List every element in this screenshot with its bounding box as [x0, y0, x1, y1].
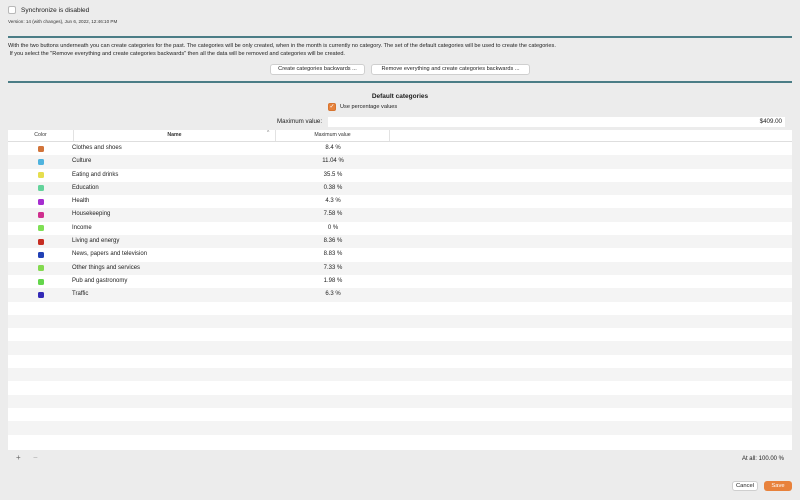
table-row[interactable]: Traffic 6.3 % — [8, 288, 792, 302]
max-value-column-header[interactable]: Maximum value — [276, 130, 390, 141]
category-name: Health — [72, 198, 90, 205]
max-value-input[interactable]: $409.00 — [328, 117, 785, 127]
category-max-value: 7.33 % — [323, 264, 343, 271]
empty-row — [8, 408, 792, 421]
color-swatch[interactable] — [38, 238, 44, 245]
table-row[interactable]: Living and energy 8.36 % — [8, 235, 792, 249]
empty-row — [8, 355, 792, 368]
category-max-value: 35.5 % — [323, 171, 343, 178]
use-percentage-checkbox[interactable]: ✓ — [328, 103, 336, 111]
table-row[interactable]: Clothes and shoes 8.4 % — [8, 142, 792, 155]
use-percentage-label: Use percentage values — [340, 104, 398, 110]
cancel-button[interactable]: Cancel — [732, 481, 758, 491]
color-swatch[interactable] — [38, 172, 44, 179]
remove-and-create-button[interactable]: Remove everything and create categories … — [371, 64, 530, 75]
sync-label: Synchronize is disabled — [21, 6, 90, 14]
empty-row — [8, 302, 792, 315]
empty-row — [8, 421, 792, 435]
categories-table: Color Name ^ Maximum value Clothes and s… — [8, 130, 792, 450]
use-percentage-toggle[interactable]: ✓ Use percentage values — [328, 103, 397, 111]
category-name: Income — [72, 224, 92, 231]
total-text: At all: 100.00 % — [741, 456, 784, 462]
create-backwards-button[interactable]: Create categories backwards ... — [270, 64, 365, 75]
remove-category-button[interactable]: − — [33, 453, 38, 462]
color-swatch[interactable] — [38, 251, 44, 258]
empty-row — [8, 435, 792, 448]
table-body: Clothes and shoes 8.4 % Culture 11.04 % Eati… — [8, 142, 792, 448]
category-max-value: 4.3 % — [325, 198, 341, 205]
category-max-value: 8.83 % — [323, 251, 343, 258]
color-swatch[interactable] — [38, 185, 44, 192]
category-max-value: 11.04 % — [322, 158, 344, 165]
table-row[interactable]: Eating and drinks 35.5 % — [8, 169, 792, 182]
version-text: Version: 14 (with changes), Jun 6, 2022,… — [8, 19, 118, 24]
color-swatch[interactable] — [38, 145, 44, 152]
category-name: Culture — [72, 158, 92, 165]
category-name: Living and energy — [72, 238, 120, 245]
name-column-header[interactable]: Name — [74, 130, 276, 141]
table-header: Color Name ^ Maximum value — [8, 130, 792, 142]
color-swatch[interactable] — [38, 212, 44, 219]
add-category-button[interactable]: + — [16, 453, 21, 462]
section-title: Default categories — [371, 93, 429, 100]
table-row[interactable]: Health 4.3 % — [8, 195, 792, 208]
sync-toggle[interactable]: Synchronize is disabled — [8, 6, 89, 14]
color-swatch[interactable] — [38, 158, 44, 165]
max-value-label: Maximum value: — [277, 118, 323, 125]
table-row[interactable]: Housekeeping 7.58 % — [8, 208, 792, 222]
category-max-value: 7.58 % — [323, 211, 343, 218]
color-swatch[interactable] — [38, 225, 44, 232]
empty-row — [8, 341, 792, 355]
divider-middle — [8, 81, 792, 83]
category-name: Education — [72, 184, 99, 191]
color-swatch[interactable] — [38, 278, 44, 285]
color-column-header[interactable]: Color — [8, 130, 74, 141]
category-max-value: 0.38 % — [323, 184, 343, 191]
info-text: With the two buttons underneath you can … — [8, 43, 556, 57]
empty-row — [8, 314, 792, 329]
empty-row — [8, 368, 792, 382]
sync-checkbox[interactable] — [8, 6, 16, 14]
empty-row — [8, 394, 792, 408]
color-swatch[interactable] — [38, 198, 44, 205]
divider-top — [8, 36, 792, 38]
table-row[interactable]: Education 0.38 % — [8, 181, 792, 196]
category-name: News, papers and television — [72, 251, 148, 258]
category-name: Eating and drinks — [72, 171, 119, 178]
category-name: Housekeeping — [72, 211, 111, 218]
table-row[interactable]: Income 0 % — [8, 222, 792, 235]
table-row[interactable]: Other things and services 7.33 % — [8, 261, 792, 275]
category-name: Traffic — [72, 291, 89, 298]
category-max-value: 8.36 % — [323, 238, 343, 245]
sort-ascending-icon: ^ — [267, 130, 270, 136]
category-max-value: 1.98 % — [323, 277, 343, 284]
category-max-value: 0 % — [327, 224, 339, 231]
category-max-value: 8.4 % — [325, 145, 341, 151]
table-row[interactable]: Culture 11.04 % — [8, 155, 792, 169]
save-button[interactable]: Save — [764, 481, 792, 491]
empty-row — [8, 381, 792, 394]
empty-row — [8, 328, 792, 341]
category-name: Other things and services — [72, 264, 141, 271]
table-row[interactable]: Pub and gastronomy 1.98 % — [8, 275, 792, 288]
category-name: Clothes and shoes — [72, 145, 122, 151]
color-swatch[interactable] — [38, 265, 44, 272]
color-swatch[interactable] — [38, 291, 44, 298]
category-max-value: 6.3 % — [325, 291, 341, 298]
table-row[interactable]: News, papers and television 8.83 % — [8, 248, 792, 261]
category-name: Pub and gastronomy — [72, 277, 128, 284]
